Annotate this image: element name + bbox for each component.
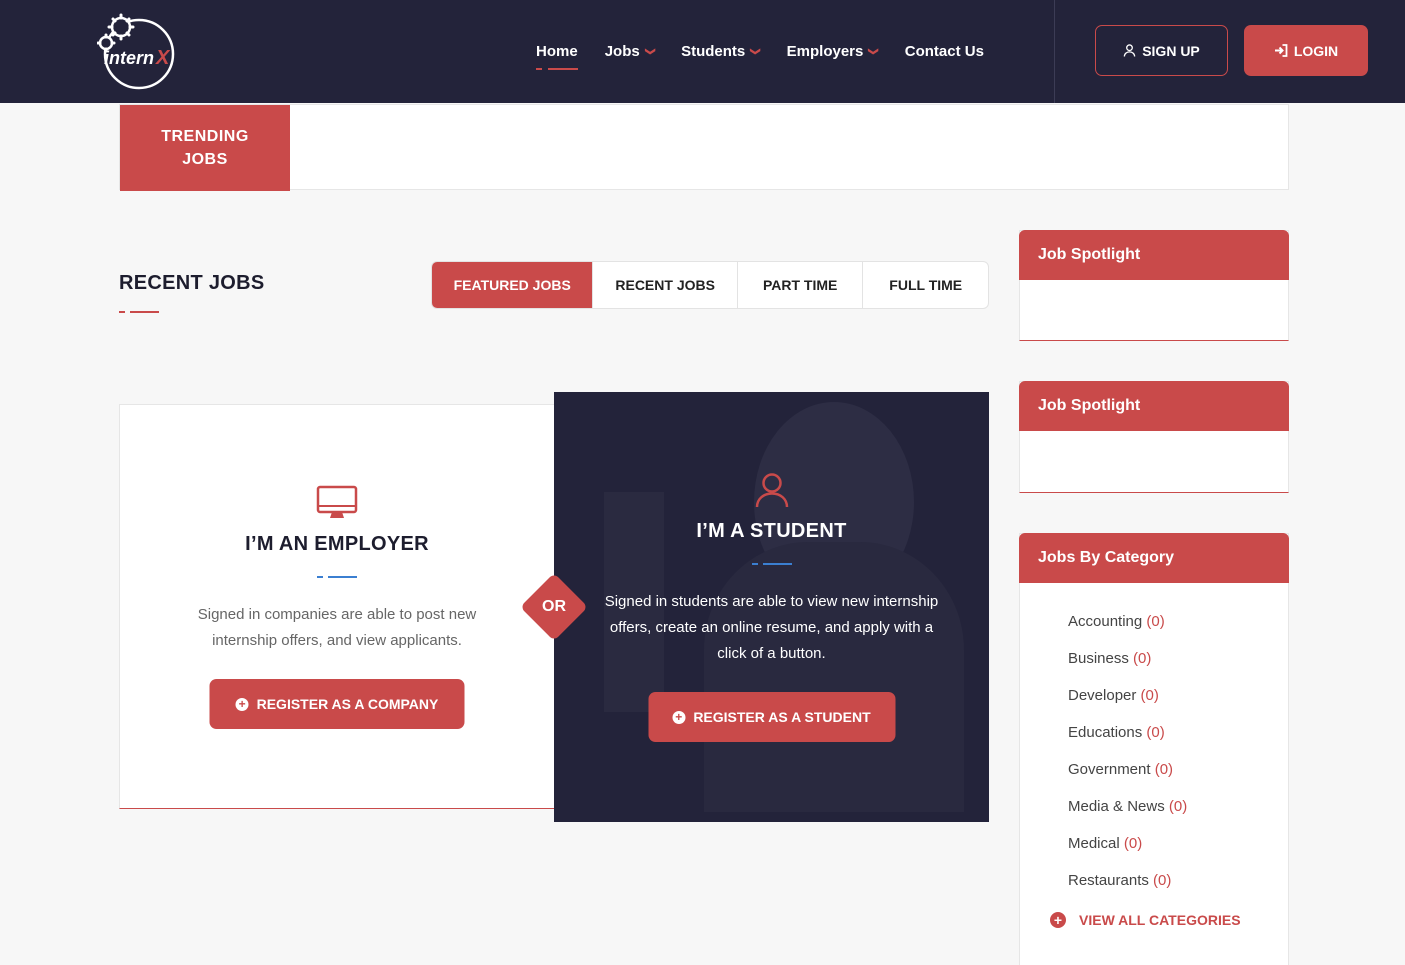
category-item-developer[interactable]: Developer (0) <box>1068 687 1288 724</box>
employer-description: Signed in companies are able to post new… <box>197 606 477 649</box>
category-count: (0) <box>1146 613 1165 630</box>
trending-jobs-label: TRENDING JOBS <box>120 105 290 191</box>
tab-part-time[interactable]: PART TIME <box>738 262 864 308</box>
category-item-business[interactable]: Business (0) <box>1068 650 1288 687</box>
nav-jobs-label: Jobs <box>604 43 640 60</box>
login-label: LOGIN <box>1293 42 1339 59</box>
register-student-button[interactable]: + REGISTER AS A STUDENT <box>648 692 895 742</box>
svg-text:intern: intern <box>104 48 154 68</box>
plus-circle-icon: + <box>1050 912 1066 928</box>
job-spotlight-title: Job Spotlight <box>1019 381 1289 431</box>
category-name: Business <box>1068 650 1129 667</box>
nav-employers-label: Employers <box>786 43 864 60</box>
sign-up-button[interactable]: SIGN UP <box>1095 25 1228 76</box>
job-tabs: FEATURED JOBS RECENT JOBS PART TIME FULL… <box>431 261 989 309</box>
register-company-button[interactable]: + REGISTER AS A COMPANY <box>209 679 465 729</box>
category-count: (0) <box>1146 724 1165 741</box>
user-icon <box>754 472 790 513</box>
logo-icon: intern X <box>96 13 175 90</box>
employer-title-underline <box>317 576 357 578</box>
background-person-body <box>704 542 964 812</box>
category-name: Developer <box>1068 687 1137 704</box>
trending-jobs-bar: TRENDING JOBS <box>119 104 1289 191</box>
nav-students[interactable]: Students ❯ <box>681 43 761 60</box>
category-name: Educations <box>1068 724 1143 741</box>
category-list: Accounting (0) Business (0) Developer (0… <box>1020 583 1288 909</box>
chevron-down-icon: ❯ <box>868 47 880 56</box>
main-nav: Home Jobs ❯ Students ❯ Employers ❯ Contact … <box>536 0 1011 103</box>
sign-up-label: SIGN UP <box>1142 42 1200 59</box>
nav-home[interactable]: Home <box>536 43 578 70</box>
category-name: Medical <box>1068 835 1120 852</box>
chevron-down-icon: ❯ <box>644 47 656 56</box>
category-name: Restaurants <box>1068 872 1149 889</box>
site-header: intern X Home Jobs ❯ Students ❯ Employers ❯… <box>0 0 1405 103</box>
jobs-by-category-widget: Jobs By Category Accounting (0) Business… <box>1019 533 1289 965</box>
category-name: Government <box>1068 761 1151 778</box>
chevron-down-icon: ❯ <box>749 47 761 56</box>
category-item-restaurants[interactable]: Restaurants (0) <box>1068 872 1288 909</box>
title-underline <box>119 311 159 313</box>
category-count: (0) <box>1133 650 1152 667</box>
monitor-icon <box>316 485 358 526</box>
job-spotlight-title: Job Spotlight <box>1019 230 1289 280</box>
or-label: OR <box>542 598 566 615</box>
svg-text:X: X <box>155 47 171 69</box>
sign-in-icon <box>1274 44 1288 57</box>
category-count: (0) <box>1168 798 1188 815</box>
category-name: Accounting <box>1068 613 1143 630</box>
nav-jobs[interactable]: Jobs ❯ <box>604 43 656 60</box>
register-student-label: REGISTER AS A STUDENT <box>693 709 871 725</box>
plus-circle-icon: + <box>672 710 686 724</box>
employer-card: I’M AN EMPLOYER Signed in companies are … <box>119 404 555 809</box>
register-company-label: REGISTER AS A COMPANY <box>256 696 439 712</box>
student-title: I’M A STUDENT <box>696 520 847 542</box>
tab-featured-jobs[interactable]: FEATURED JOBS <box>432 262 594 308</box>
internx-logo[interactable]: intern X <box>96 12 177 90</box>
tab-full-time[interactable]: FULL TIME <box>863 262 988 308</box>
student-card: I’M A STUDENT Signed in students are abl… <box>554 392 989 822</box>
student-description: Signed in students are able to view new … <box>604 593 939 662</box>
employer-title: I’M AN EMPLOYER <box>245 533 429 555</box>
recent-jobs-title: RECENT JOBS <box>119 272 265 294</box>
category-item-government[interactable]: Government (0) <box>1068 761 1288 798</box>
nav-home-label: Home <box>536 43 578 60</box>
category-count: (0) <box>1140 687 1159 704</box>
login-button[interactable]: LOGIN <box>1244 25 1368 76</box>
category-name: Media & News <box>1068 798 1165 815</box>
nav-contact-us[interactable]: Contact Us <box>905 43 984 60</box>
nav-divider <box>1054 0 1055 103</box>
nav-employers[interactable]: Employers ❯ <box>786 43 880 60</box>
view-all-categories-label: VIEW ALL CATEGORIES <box>1079 912 1241 928</box>
job-spotlight-widget-2: Job Spotlight <box>1019 381 1289 493</box>
category-item-accounting[interactable]: Accounting (0) <box>1068 613 1288 650</box>
category-count: (0) <box>1123 835 1143 852</box>
view-all-categories-link[interactable]: + VIEW ALL CATEGORIES <box>1050 912 1241 928</box>
nav-students-label: Students <box>681 43 746 60</box>
category-count: (0) <box>1154 761 1174 778</box>
tab-recent-jobs[interactable]: RECENT JOBS <box>593 262 738 308</box>
nav-contact-label: Contact Us <box>904 43 984 60</box>
user-icon <box>1123 44 1136 57</box>
plus-circle-icon: + <box>235 697 249 711</box>
category-item-educations[interactable]: Educations (0) <box>1068 724 1288 761</box>
jobs-by-category-title: Jobs By Category <box>1019 533 1289 583</box>
job-spotlight-widget-1: Job Spotlight <box>1019 230 1289 341</box>
category-item-medical[interactable]: Medical (0) <box>1068 835 1288 872</box>
category-count: (0) <box>1153 872 1172 889</box>
student-title-underline <box>751 563 792 565</box>
category-item-media-news[interactable]: Media & News (0) <box>1068 798 1288 835</box>
